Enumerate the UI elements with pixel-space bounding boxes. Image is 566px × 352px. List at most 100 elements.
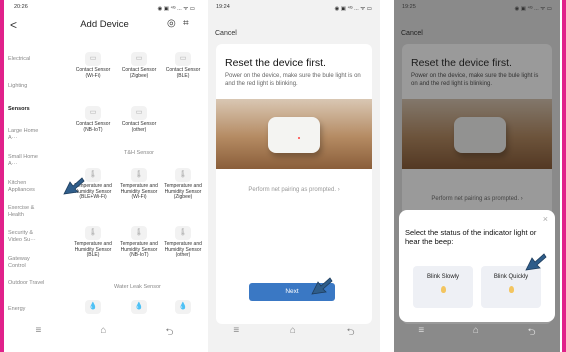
device-th-sensor-nbiot[interactable]: 🌡 Temperature and Humidity Sensor (NB-Io… <box>120 226 158 259</box>
device-label: Contact Sensor (NB-IoT) <box>75 121 111 133</box>
add-device-screen: 20:26 ◉ ▣ ⁴ᴳ ... ᯤ ▭ < Add Device ◎ ⌗ El… <box>6 0 203 352</box>
blink-quickly-option[interactable]: Blink Quickly <box>481 266 541 308</box>
cancel-button[interactable]: Cancel <box>215 30 237 37</box>
device-contact-sensor-ble[interactable]: ▭ Contact Sensor (BLE) <box>164 52 202 79</box>
system-nav-bar: ≡ ⌂ ⮌ <box>394 325 560 342</box>
pointer-arrow-icon <box>311 277 333 295</box>
qr-scan-icon[interactable]: ⌗ <box>183 18 189 29</box>
reset-description: Power on the device, make sure the bule … <box>225 73 361 87</box>
device-label: Contact Sensor (other) <box>121 121 157 133</box>
indicator-light <box>298 137 300 139</box>
device-contact-sensor-zigbee[interactable]: ▭ Contact Sensor (Zigbee) <box>120 52 158 79</box>
header: < Add Device ◎ ⌗ <box>6 18 203 34</box>
contact-sensor-icon: ▭ <box>85 106 101 120</box>
menu-icon[interactable]: ≡ <box>36 325 42 342</box>
reset-device-screen: 19:24 ◉ ▣ ⁴ᴳ ... ᯤ ▭ Cancel Reset the de… <box>208 0 380 352</box>
device-label: Contact Sensor (Wi-Fi) <box>75 67 111 79</box>
status-bar: 19:24 ◉ ▣ ⁴ᴳ ... ᯤ ▭ <box>216 4 372 12</box>
status-question: Select the status of the indicator light… <box>405 228 537 246</box>
sidebar-item-exercise[interactable]: Exercise & Health <box>8 205 48 218</box>
status-time: 19:25 <box>402 4 416 10</box>
scan-icon[interactable]: ◎ <box>167 18 176 29</box>
pointer-arrow-icon <box>525 253 547 271</box>
right-border <box>562 0 566 352</box>
sidebar-item-kitchen[interactable]: Kitchen Appliances <box>8 180 48 193</box>
device-label: Temperature and Humidity Sensor (NB-IoT) <box>120 241 158 259</box>
reset-title: Reset the device first. <box>225 57 326 69</box>
thermometer-icon: 🌡 <box>131 226 147 240</box>
thermometer-icon: 🌡 <box>85 226 101 240</box>
home-icon[interactable]: ⌂ <box>100 325 106 342</box>
sidebar-item-energy[interactable]: Energy <box>8 306 56 313</box>
sidebar-item-outdoor[interactable]: Outdoor Travel <box>8 280 48 287</box>
device-contact-sensor-wifi[interactable]: ▭ Contact Sensor (Wi-Fi) <box>74 52 112 79</box>
blink-slowly-option[interactable]: Blink Slowly <box>413 266 473 308</box>
menu-icon[interactable]: ≡ <box>233 325 239 342</box>
perform-pairing-link[interactable]: Perform net pairing as prompted. › <box>216 187 372 193</box>
back-icon[interactable]: ⮌ <box>347 325 355 342</box>
device-water-leak-2[interactable]: 💧 <box>120 300 158 316</box>
device-label: Temperature and Humidity Sensor (other) <box>164 241 202 259</box>
thermometer-icon: 🌡 <box>131 168 147 182</box>
thermometer-icon: 🌡 <box>175 226 191 240</box>
left-border <box>0 0 4 352</box>
device-water-leak-3[interactable]: 💧 <box>164 300 202 316</box>
section-water-leak: Water Leak Sensor <box>114 284 161 290</box>
device-photo <box>402 99 552 169</box>
back-icon[interactable]: ⮌ <box>165 325 173 342</box>
perform-pairing-link: Perform net pairing as prompted. › <box>431 196 523 202</box>
device-th-sensor-wifi[interactable]: 🌡 Temperature and Humidity Sensor (Wi-Fi… <box>120 168 158 201</box>
sidebar-item-gateway[interactable]: Gateway Control <box>8 256 48 269</box>
status-time: 20:26 <box>14 4 28 10</box>
sidebar-item-large-home[interactable]: Large Home A··· <box>8 128 44 141</box>
water-drop-icon: 💧 <box>175 300 191 314</box>
status-icons: ◉ ▣ ⁴ᴳ ... ᯤ ▭ <box>157 6 195 12</box>
device-label: Temperature and Humidity Sensor (Wi-Fi) <box>120 183 158 201</box>
device-label: Temperature and Humidity Sensor (BLE) <box>74 241 112 259</box>
reset-card: Reset the device first. Power on the dev… <box>216 44 372 324</box>
thermometer-icon: 🌡 <box>175 168 191 182</box>
sidebar-item-sensors[interactable]: Sensors <box>8 106 56 113</box>
status-icons: ◉ ▣ ⁴ᴳ ... ᯤ ▭ <box>514 6 552 12</box>
contact-sensor-icon: ▭ <box>131 52 147 66</box>
contact-sensor-icon: ▭ <box>85 52 101 66</box>
device-photo <box>216 99 372 169</box>
device-label: Contact Sensor (BLE) <box>165 67 201 79</box>
option-label: Blink Slowly <box>426 274 459 280</box>
status-bar: 20:26 ◉ ▣ ⁴ᴳ ... ᯤ ▭ <box>14 4 195 12</box>
device-th-sensor-zigbee[interactable]: 🌡 Temperature and Humidity Sensor (Zigbe… <box>164 168 202 201</box>
indicator-status-screen: 19:25 ◉ ▣ ⁴ᴳ ... ᯤ ▭ Cancel Reset the de… <box>394 0 560 352</box>
back-icon[interactable]: ⮌ <box>528 325 536 342</box>
device-label: Contact Sensor (Zigbee) <box>121 67 157 79</box>
gateway-device-image <box>268 117 320 153</box>
system-nav-bar: ≡ ⌂ ⮌ <box>208 325 380 342</box>
device-contact-sensor-nbiot[interactable]: ▭ Contact Sensor (NB-IoT) <box>74 106 112 133</box>
option-label: Blink Quickly <box>493 274 529 280</box>
status-time: 19:24 <box>216 4 230 10</box>
system-nav-bar: ≡ ⌂ ⮌ <box>6 325 203 342</box>
sidebar-item-security[interactable]: Security & Video Su··· <box>8 230 48 243</box>
home-icon[interactable]: ⌂ <box>290 325 296 342</box>
sidebar-item-small-home[interactable]: Small Home A··· <box>8 154 44 167</box>
bulb-icon <box>440 286 446 293</box>
reset-description: Power on the device, make sure the bule … <box>411 73 539 87</box>
device-contact-sensor-other[interactable]: ▭ Contact Sensor (other) <box>120 106 158 133</box>
status-icons: ◉ ▣ ⁴ᴳ ... ᯤ ▭ <box>334 6 372 12</box>
section-th-sensor: T&H Sensor <box>124 150 154 156</box>
thermometer-icon: 🌡 <box>85 168 101 182</box>
device-water-leak-1[interactable]: 💧 <box>74 300 112 316</box>
status-bar: 19:25 ◉ ▣ ⁴ᴳ ... ᯤ ▭ <box>402 4 552 12</box>
cancel-button[interactable]: Cancel <box>401 30 423 37</box>
home-icon[interactable]: ⌂ <box>473 325 479 342</box>
water-drop-icon: 💧 <box>85 300 101 314</box>
menu-icon[interactable]: ≡ <box>418 325 424 342</box>
bulb-icon <box>508 286 514 293</box>
contact-sensor-icon: ▭ <box>131 106 147 120</box>
device-label: Temperature and Humidity Sensor (Zigbee) <box>164 183 202 201</box>
sidebar-item-lighting[interactable]: Lighting <box>8 83 56 90</box>
device-th-sensor-ble[interactable]: 🌡 Temperature and Humidity Sensor (BLE) <box>74 226 112 259</box>
pointer-arrow-icon <box>63 177 85 195</box>
close-icon[interactable]: × <box>543 214 548 224</box>
device-th-sensor-other[interactable]: 🌡 Temperature and Humidity Sensor (other… <box>164 226 202 259</box>
sidebar-item-electrical[interactable]: Electrical <box>8 56 56 63</box>
